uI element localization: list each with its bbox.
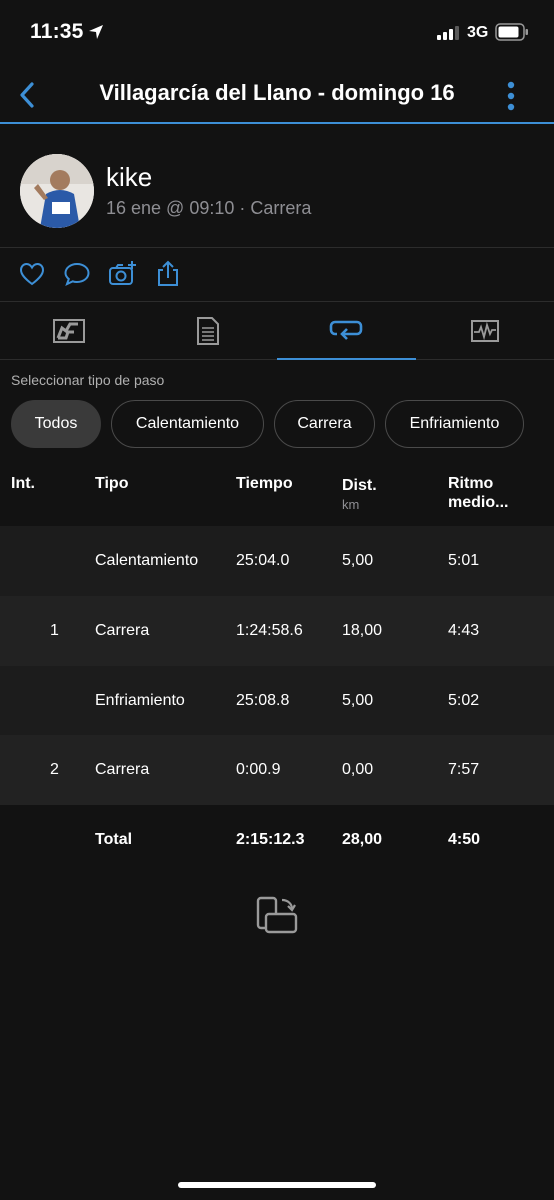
table-row[interactable]: Enfriamiento 25:08.8 5,00 5:02 <box>0 665 554 736</box>
filter-label: Seleccionar tipo de paso <box>11 372 165 388</box>
network-type: 3G <box>467 24 489 41</box>
tab-map[interactable] <box>0 302 139 360</box>
tab-graphs[interactable] <box>416 302 554 360</box>
cell-tipo: Carrera <box>95 621 150 639</box>
tab-laps[interactable] <box>277 302 416 360</box>
rotate-view-button[interactable] <box>254 894 300 936</box>
status-bar: 11:35 3G <box>0 0 554 66</box>
header-tiempo: Tiempo <box>236 475 293 492</box>
status-time: 11:35 <box>30 20 84 43</box>
table-total-row: Total 2:15:12.3 28,00 4:50 <box>0 805 554 875</box>
cell-ritmo: 4:43 <box>448 621 480 639</box>
header-dist-label: Dist. <box>342 477 377 494</box>
total-label: Total <box>95 831 133 849</box>
avatar[interactable] <box>20 154 94 228</box>
cell-dist: 5,00 <box>342 691 374 709</box>
cell-tiempo: 25:04.0 <box>236 552 290 569</box>
cell-tipo: Calentamiento <box>95 552 199 569</box>
comment-icon <box>64 262 90 286</box>
like-button[interactable] <box>18 260 46 288</box>
cell-tipo: Carrera <box>95 761 150 779</box>
location-arrow-icon <box>88 24 104 45</box>
nav-bar: Villagarcía del Llano - domingo 16 <box>0 66 554 124</box>
header-tipo: Tipo <box>95 475 129 492</box>
table-row[interactable]: 1 Carrera 1:24:58.6 18,00 4:43 <box>0 595 554 666</box>
cell-tipo: Enfriamiento <box>95 691 185 709</box>
user-name[interactable]: kike <box>106 162 152 193</box>
tab-details[interactable] <box>139 302 278 360</box>
chip-enfriamiento[interactable]: Enfriamiento <box>385 400 524 448</box>
cell-int: 1 <box>50 621 59 639</box>
chevron-left-icon <box>20 82 34 108</box>
back-button[interactable] <box>10 78 44 112</box>
rotate-screen-icon <box>256 896 298 934</box>
action-bar <box>0 248 554 302</box>
details-document-icon <box>196 317 219 345</box>
chip-todos[interactable]: Todos <box>11 400 101 448</box>
chip-calentamiento[interactable]: Calentamiento <box>111 400 264 448</box>
add-photo-button[interactable] <box>108 260 136 288</box>
table-row[interactable]: Calentamiento 25:04.0 5,00 5:01 <box>0 526 554 596</box>
header-dist: Dist. km <box>342 476 377 514</box>
total-ritmo: 4:50 <box>448 831 481 849</box>
activity-header: kike 16 ene @ 09:10 · Carrera <box>0 126 554 248</box>
comment-button[interactable] <box>63 260 91 288</box>
cell-dist: 5,00 <box>342 552 374 569</box>
cell-ritmo: 5:01 <box>448 552 480 569</box>
total-tiempo: 2:15:12.3 <box>236 831 305 849</box>
laps-table: Int. Tipo Tiempo Dist. km Ritmo medio...… <box>0 462 554 875</box>
cell-ritmo: 7:57 <box>448 761 480 779</box>
header-int: Int. <box>11 475 35 492</box>
activity-meta: 16 ene @ 09:10 · Carrera <box>106 198 312 218</box>
heart-icon <box>19 262 45 286</box>
chip-carrera[interactable]: Carrera <box>274 400 375 448</box>
total-dist: 28,00 <box>342 831 383 849</box>
cell-tiempo: 1:24:58.6 <box>236 621 303 639</box>
page-title: Villagarcía del Llano - domingo 16 <box>99 80 455 105</box>
battery-icon <box>495 22 529 47</box>
vertical-ellipsis-icon <box>507 81 515 111</box>
cell-dist: 18,00 <box>342 621 383 639</box>
share-icon <box>158 260 178 286</box>
table-header: Int. Tipo Tiempo Dist. km Ritmo medio... <box>0 462 554 526</box>
add-photo-icon <box>109 261 136 285</box>
cell-int: 2 <box>50 761 59 779</box>
cell-ritmo: 5:02 <box>448 691 480 709</box>
header-dist-unit: km <box>342 497 360 512</box>
more-options-button[interactable] <box>496 76 526 116</box>
header-ritmo-line1: Ritmo <box>448 475 494 492</box>
graph-icon <box>470 320 499 342</box>
cell-dist: 0,00 <box>342 761 374 779</box>
header-ritmo: Ritmo medio... <box>448 474 508 512</box>
home-indicator[interactable] <box>178 1182 376 1188</box>
signal-strength-icon <box>437 26 459 45</box>
laps-loop-icon <box>329 320 363 340</box>
activity-tabs <box>0 302 554 360</box>
header-ritmo-line2: medio... <box>448 494 509 511</box>
cell-tiempo: 25:08.8 <box>236 691 290 709</box>
map-chart-icon <box>53 319 86 343</box>
table-row[interactable]: 2 Carrera 0:00.9 0,00 7:57 <box>0 735 554 806</box>
share-button[interactable] <box>154 260 182 288</box>
cell-tiempo: 0:00.9 <box>236 761 281 779</box>
